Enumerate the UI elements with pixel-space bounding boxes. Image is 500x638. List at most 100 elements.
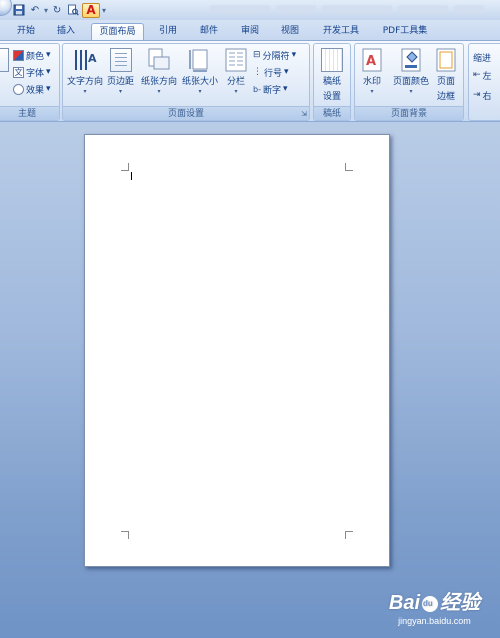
page-size-label: 纸张大小 bbox=[182, 77, 219, 87]
text-direction-button[interactable]: A 文字方向 ▾ bbox=[67, 48, 103, 95]
line-numbers-label: 行号 bbox=[264, 68, 283, 79]
page-size-icon bbox=[188, 48, 212, 72]
breaks-button[interactable]: ⊟ 分隔符 ▾ bbox=[253, 48, 296, 62]
window-title-redacted bbox=[210, 5, 490, 14]
fonts-icon: 文 bbox=[13, 66, 24, 78]
effects-icon bbox=[13, 83, 24, 95]
margins-button[interactable]: 页边距 ▾ bbox=[107, 48, 134, 95]
tab-view[interactable]: 视图 bbox=[274, 23, 306, 40]
baidu-logo: Bai 经验 bbox=[389, 586, 480, 615]
quick-access-toolbar: ↶ ▾ ↻ A ▾ bbox=[12, 2, 106, 18]
themes-button[interactable] bbox=[0, 48, 9, 72]
columns-label: 分栏 bbox=[226, 77, 245, 87]
undo-icon[interactable]: ↶ bbox=[28, 3, 42, 17]
breaks-icon: ⊟ bbox=[253, 50, 261, 60]
indent-left-field[interactable]: ⇤ 左 bbox=[473, 68, 492, 82]
margins-label: 页边距 bbox=[107, 77, 135, 87]
theme-colors-button[interactable]: 颜色 ▾ bbox=[13, 48, 51, 62]
chevron-down-icon: ▾ bbox=[409, 88, 413, 95]
chevron-down-icon: ▾ bbox=[119, 88, 123, 95]
themes-icon bbox=[0, 48, 9, 72]
undo-dropdown-icon[interactable]: ▾ bbox=[44, 6, 48, 15]
watermark-logo-left: Bai bbox=[388, 592, 420, 614]
margin-mark-bottom-right bbox=[345, 531, 353, 539]
manuscript-icon bbox=[321, 48, 343, 72]
paint-bucket-icon bbox=[400, 48, 422, 72]
chevron-down-icon: ▾ bbox=[282, 84, 288, 94]
indent-left-label: 左 bbox=[482, 71, 492, 82]
page-setup-group: A 文字方向 ▾ 页边距 ▾ 纸张方向 ▾ 纸张大小 ▾ 分栏 ▾ ⊟ 分隔符 … bbox=[62, 43, 310, 121]
chevron-down-icon: ▾ bbox=[157, 88, 161, 95]
paw-icon bbox=[422, 595, 438, 612]
font-color-icon[interactable]: A bbox=[82, 2, 101, 18]
page-background-group: A 水印 ▾ 页面颜色 ▾ 页面 边框 页面背景 bbox=[354, 43, 464, 121]
print-preview-icon[interactable] bbox=[66, 3, 80, 17]
manuscript-settings-label-2: 设置 bbox=[322, 92, 341, 102]
dialog-launcher-icon[interactable]: ⇲ bbox=[301, 110, 307, 118]
indent-right-field[interactable]: ⇥ 右 bbox=[473, 88, 492, 102]
watermark-url: jingyan.baidu.com bbox=[398, 616, 471, 626]
svg-text:A: A bbox=[88, 52, 97, 65]
colors-icon bbox=[13, 49, 24, 61]
orientation-label: 纸张方向 bbox=[141, 77, 178, 87]
theme-effects-button[interactable]: 效果 ▾ bbox=[13, 82, 51, 96]
tab-references[interactable]: 引用 bbox=[152, 23, 184, 40]
hyphenation-icon: b‑ bbox=[253, 84, 261, 94]
tab-home[interactable]: 开始 bbox=[10, 23, 42, 40]
indent-text: 缩进 bbox=[473, 53, 492, 64]
theme-fonts-label: 字体 bbox=[26, 68, 45, 79]
save-icon[interactable] bbox=[12, 3, 26, 17]
redo-icon[interactable]: ↻ bbox=[50, 3, 64, 17]
svg-text:A: A bbox=[366, 54, 376, 69]
tab-developer[interactable]: 开发工具 bbox=[316, 23, 366, 40]
theme-group-label: 主题 bbox=[0, 106, 59, 120]
theme-fonts-button[interactable]: 文 字体 ▾ bbox=[13, 65, 51, 79]
line-numbers-icon: ⋮ bbox=[253, 67, 262, 77]
tab-insert[interactable]: 插入 bbox=[50, 23, 82, 40]
margin-mark-bottom-left bbox=[121, 531, 129, 539]
document-page[interactable] bbox=[84, 134, 390, 567]
page-borders-label-2: 边框 bbox=[436, 92, 455, 102]
theme-group: 颜色 ▾ 文 字体 ▾ 效果 ▾ 主题 bbox=[0, 43, 60, 121]
margins-icon bbox=[109, 48, 132, 72]
chevron-down-icon: ▾ bbox=[198, 88, 202, 95]
baidu-jingyan-watermark: Bai 经验 jingyan.baidu.com bbox=[389, 586, 480, 626]
watermark-logo-right: 经验 bbox=[440, 592, 480, 614]
watermark-button[interactable]: A 水印 ▾ bbox=[361, 48, 383, 95]
chevron-down-icon: ▾ bbox=[46, 84, 51, 94]
page-color-button[interactable]: 页面颜色 ▾ bbox=[393, 48, 429, 95]
chevron-down-icon: ▾ bbox=[234, 88, 238, 95]
chevron-down-icon: ▾ bbox=[284, 67, 289, 77]
page-setup-group-label: 页面设置 bbox=[63, 106, 309, 120]
indent-right-label: 右 bbox=[482, 91, 492, 102]
page-background-group-label: 页面背景 bbox=[355, 106, 463, 120]
tab-pdf-tools[interactable]: PDF工具集 bbox=[376, 23, 434, 40]
customize-toolbar-icon[interactable]: ▾ bbox=[102, 6, 106, 15]
page-size-button[interactable]: 纸张大小 ▾ bbox=[182, 48, 218, 95]
indent-right-icon: ⇥ bbox=[473, 90, 481, 100]
columns-button[interactable]: 分栏 ▾ bbox=[225, 48, 247, 95]
tab-review[interactable]: 审阅 bbox=[234, 23, 266, 40]
office-button[interactable] bbox=[0, 0, 12, 16]
chevron-down-icon: ▾ bbox=[83, 88, 87, 95]
margin-mark-top-left bbox=[121, 163, 129, 171]
hyphenation-button[interactable]: b‑ 断字 ▾ bbox=[253, 82, 288, 96]
chevron-down-icon: ▾ bbox=[291, 50, 297, 60]
columns-icon bbox=[225, 48, 247, 72]
breaks-label: 分隔符 bbox=[262, 51, 290, 62]
ribbon-tabs: 开始 插入 页面布局 引用 邮件 审阅 视图 开发工具 PDF工具集 bbox=[0, 20, 500, 40]
manuscript-group: 稿纸 设置 稿纸 bbox=[313, 43, 351, 121]
tab-page-layout[interactable]: 页面布局 bbox=[91, 23, 144, 40]
text-direction-icon: A bbox=[73, 48, 97, 72]
indent-left-icon: ⇤ bbox=[473, 70, 481, 80]
manuscript-settings-button[interactable]: 稿纸 设置 bbox=[321, 48, 343, 102]
page-borders-button[interactable]: 页面 边框 bbox=[435, 48, 457, 102]
paragraph-group: 缩进 ⇤ 左 ⇥ 右 bbox=[468, 43, 500, 121]
ribbon-panel: 颜色 ▾ 文 字体 ▾ 效果 ▾ 主题 A 文字方向 ▾ 页边距 ▾ 纸张方向 … bbox=[0, 40, 500, 122]
line-numbers-button[interactable]: ⋮ 行号 ▾ bbox=[253, 65, 289, 79]
orientation-button[interactable]: 纸张方向 ▾ bbox=[141, 48, 177, 95]
watermark-icon: A bbox=[361, 48, 383, 72]
tab-mailings[interactable]: 邮件 bbox=[193, 23, 225, 40]
manuscript-group-label: 稿纸 bbox=[314, 106, 350, 120]
hyphenation-label: 断字 bbox=[262, 85, 281, 96]
